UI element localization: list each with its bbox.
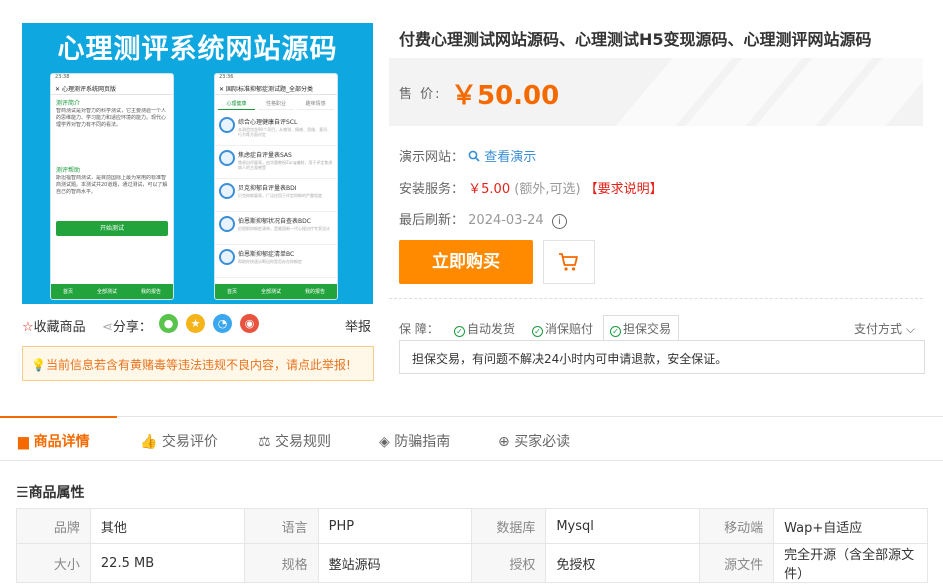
- test-icon: [219, 183, 235, 199]
- phone-tabs: 心理健康 性格职业 趣味情感: [215, 95, 337, 113]
- attributes-table: 品牌 其他 语言 PHP 数据库 Mysql 移动端 Wap+自适应 大小 22.5 MB…: [16, 508, 928, 583]
- section-title: 测评简介: [56, 100, 81, 107]
- test-icon: [219, 150, 235, 166]
- share-label: ⋖分享：: [102, 320, 152, 335]
- test-item: 焦虑症自评量表SAS 焦虑自评量表，由华裔教授Zung编制，用于评定焦虑病人的主观…: [215, 146, 337, 179]
- demo-row: 演示网站： 查看演示: [399, 150, 537, 165]
- tab-anti-fraud[interactable]: ◈ 防骗指南: [379, 431, 450, 451]
- guarantee-item-compensation[interactable]: ✓ 消保赔付: [532, 320, 593, 337]
- phone-mockup-home: 23:38 ✕ 心理测评系统网页版 测评简介 智商测试是对智力的科学测试，它主要…: [50, 73, 174, 300]
- phone-mockup-list: 23:36 ✕ 国际标准抑郁症测试题_全部分类 心理健康 性格职业 趣味情感 综…: [214, 73, 338, 300]
- qq-icon[interactable]: ◔: [213, 314, 232, 333]
- section-body: 智商测试是对智力的科学测试，它主要测验一个人的思维能力、学习能力和适应环境的能力…: [56, 108, 167, 128]
- list-icon: ☰: [16, 485, 29, 501]
- wechat-icon[interactable]: ●: [159, 314, 178, 333]
- phone-nav: 首页 全部测试 我的报告: [51, 284, 173, 299]
- test-icon: [219, 216, 235, 232]
- demo-link[interactable]: 查看演示: [468, 150, 536, 165]
- install-row: 安装服务： ￥5.00 (额外,可选) 【要求说明】: [399, 182, 663, 197]
- refresh-row: 最后刷新： 2024-03-24 i: [399, 209, 567, 229]
- cart-icon: [559, 253, 578, 271]
- guarantee-row: 保 障： ✓ 自动发货 ✓ 消保赔付 ✓ 担保交易 支付方式 ⌵: [399, 320, 923, 340]
- favorite-button[interactable]: ☆收藏商品: [22, 316, 86, 335]
- attributes-title: ☰商品属性: [16, 485, 85, 501]
- install-note: (额外,可选): [514, 182, 581, 197]
- check-icon: ✓: [532, 326, 543, 337]
- weibo-icon[interactable]: ◉: [240, 314, 259, 333]
- test-item: 贝克抑郁自评量表BDI 贝克抑郁量表，广泛应用于评定抑郁的严重程度: [215, 179, 337, 212]
- chevron-down-icon: ⌵: [905, 322, 915, 336]
- report-notice[interactable]: 💡当前信息若含有黄赌毒等违法违规不良内容，请点此举报!: [22, 346, 374, 381]
- guarantee-item-auto-delivery[interactable]: ✓ 自动发货: [454, 320, 515, 337]
- install-price: ￥5.00: [468, 182, 511, 197]
- product-title: 付费心理测试网站源码、心理测试H5变现源码、心理测评网站源码: [399, 30, 872, 49]
- section-body: 斯坦福智商测试，是目前国际上最为常用的标准智商测试题。本测试共20道题，通过测试…: [56, 175, 168, 195]
- tab-product-details[interactable]: ▆ 商品详情: [18, 431, 90, 451]
- requirement-link[interactable]: 【要求说明】: [585, 182, 663, 197]
- test-item: 伯恩斯抑郁状况自查表BDC 伯恩斯抑郁症清单，是美国新一代心理治疗专家设计: [215, 212, 337, 245]
- detail-tabs: ▆ 商品详情 👍 交易评价 ⚖ 交易规则 ◈ 防骗指南 ⊕ 买家必读: [0, 416, 943, 461]
- tab-reviews[interactable]: 👍 交易评价: [140, 431, 218, 451]
- report-link[interactable]: 举报: [345, 316, 371, 335]
- guarantee-item-escrow[interactable]: ✓ 担保交易: [610, 320, 671, 337]
- phone-title: ✕ 国际标准抑郁症测试题_全部分类: [215, 81, 337, 95]
- info-icon[interactable]: i: [551, 214, 567, 229]
- divider: [389, 298, 923, 299]
- thumbs-up-icon: 👍: [140, 434, 158, 450]
- scale-icon: ⚖: [258, 434, 271, 450]
- tab-rules[interactable]: ⚖ 交易规则: [258, 431, 331, 451]
- test-item: 综合心理健康自评SCL 本测验包含90个项目，从感觉、情感、思维、意识、行为等方面…: [215, 113, 337, 146]
- shield-icon: ◈: [379, 434, 390, 450]
- guarantee-label: 保 障：: [399, 322, 439, 336]
- tab-indicator: [0, 416, 117, 418]
- info-circle-icon: ⊕: [498, 434, 510, 450]
- star-icon: ☆: [22, 320, 34, 335]
- phone-status: 23:38: [55, 74, 70, 80]
- add-to-cart-button[interactable]: [543, 240, 595, 284]
- price-box: 售 价: ￥50.00: [389, 58, 923, 126]
- table-row: 大小 22.5 MB 规格 整站源码 授权 免授权 源文件 完全开源（含全部源文件）: [16, 543, 928, 583]
- price: ￥50.00: [451, 81, 560, 111]
- table-row: 品牌 其他 语言 PHP 数据库 Mysql 移动端 Wap+自适应: [16, 508, 928, 544]
- phone-nav: 首页 全部测试 我的报告: [215, 284, 337, 299]
- tab-buyer-notes[interactable]: ⊕ 买家必读: [498, 431, 570, 451]
- test-item: 伯恩斯抑郁症清单BC 帮助你快速诊断出你是否存在抑郁症: [215, 245, 337, 278]
- guarantee-description: 担保交易，有问题不解决24小时内可申请退款，安全保证。: [399, 340, 925, 374]
- left-actions: ☆收藏商品 ⋖分享： ● ★ ◔ ◉ 举报: [22, 313, 374, 337]
- banner-title: 心理测评系统网站源码: [57, 34, 338, 65]
- lightbulb-icon: 💡: [31, 358, 46, 372]
- test-icon: [219, 117, 235, 133]
- qzone-icon[interactable]: ★: [186, 314, 205, 333]
- test-icon: [219, 249, 235, 265]
- share-icon: ⋖: [102, 320, 113, 335]
- section-title: 测评帮助: [56, 167, 81, 174]
- product-image[interactable]: 心理测评系统网站源码 23:38 ✕ 心理测评系统网页版 测评简介 智商测试是对…: [22, 23, 373, 304]
- payment-method-dropdown[interactable]: 支付方式 ⌵: [854, 320, 915, 337]
- check-icon: ✓: [610, 326, 621, 337]
- search-icon: [468, 150, 480, 162]
- phone-status: 23:36: [219, 74, 234, 80]
- check-icon: ✓: [454, 326, 465, 337]
- details-icon: ▆: [18, 434, 29, 450]
- price-label: 售 价:: [399, 87, 442, 102]
- phone-title: ✕ 心理测评系统网页版: [51, 81, 173, 95]
- refresh-date: 2024-03-24: [468, 213, 544, 228]
- buy-now-button[interactable]: 立即购买: [399, 240, 533, 284]
- start-test-button: 开始测试: [56, 221, 168, 236]
